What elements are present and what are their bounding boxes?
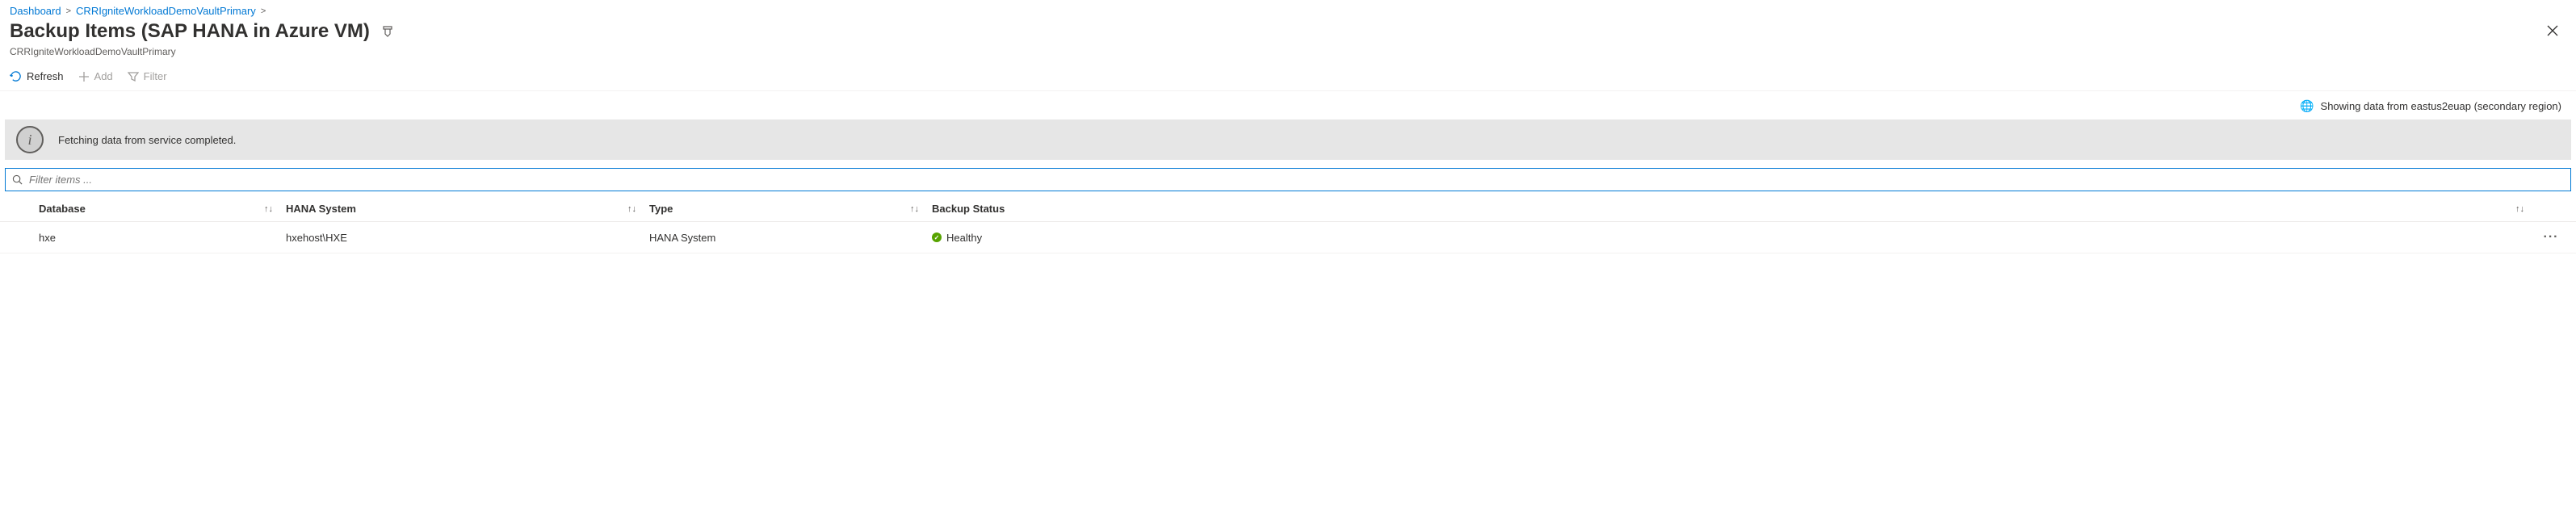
sort-icon: ↑↓ [264, 204, 273, 214]
table-row[interactable]: hxe hxehost\HXE HANA System ✓ Healthy ··… [0, 222, 2576, 253]
filter-button[interactable]: Filter [128, 70, 167, 82]
close-button[interactable] [2547, 25, 2560, 38]
page-title: Backup Items (SAP HANA in Azure VM) [10, 20, 370, 43]
filter-box[interactable] [5, 168, 2571, 191]
cell-backup-status: ✓ Healthy [925, 232, 2531, 244]
info-message: Fetching data from service completed. [58, 134, 236, 146]
filter-icon [128, 71, 139, 82]
refresh-button[interactable]: Refresh [10, 70, 64, 82]
column-label: Database [39, 203, 86, 215]
region-text: Showing data from eastus2euap (secondary… [2321, 100, 2561, 112]
add-button[interactable]: Add [78, 70, 113, 82]
cell-type: HANA System [643, 232, 925, 244]
info-icon: i [16, 126, 44, 153]
breadcrumb: Dashboard > CRRIgniteWorkloadDemoVaultPr… [0, 0, 2576, 20]
page-header: Backup Items (SAP HANA in Azure VM) [0, 20, 2576, 46]
table-header-row: Database ↑↓ HANA System ↑↓ Type ↑↓ Backu… [0, 196, 2576, 222]
column-label: Type [649, 203, 673, 215]
filter-container [5, 168, 2571, 191]
sort-icon: ↑↓ [910, 204, 919, 214]
sort-icon: ↑↓ [2515, 204, 2524, 214]
pin-icon[interactable] [381, 25, 394, 38]
backup-items-table: Database ↑↓ HANA System ↑↓ Type ↑↓ Backu… [0, 196, 2576, 253]
sort-icon: ↑↓ [627, 204, 636, 214]
column-header-backup-status[interactable]: Backup Status ↑↓ [925, 203, 2531, 215]
filter-label: Filter [144, 70, 167, 82]
toolbar: Refresh Add Filter [0, 65, 2576, 91]
status-healthy-icon: ✓ [932, 232, 942, 242]
breadcrumb-link-dashboard[interactable]: Dashboard [10, 5, 61, 17]
globe-icon: 🌐 [2300, 99, 2314, 113]
refresh-label: Refresh [27, 70, 64, 82]
search-icon [12, 174, 23, 185]
info-banner: i Fetching data from service completed. [5, 119, 2571, 160]
region-indicator: 🌐 Showing data from eastus2euap (seconda… [0, 91, 2576, 119]
add-label: Add [94, 70, 113, 82]
cell-database: hxe [5, 232, 279, 244]
chevron-right-icon: > [66, 6, 71, 16]
page-subtitle: CRRIgniteWorkloadDemoVaultPrimary [0, 46, 2576, 65]
breadcrumb-link-vault[interactable]: CRRIgniteWorkloadDemoVaultPrimary [76, 5, 256, 17]
status-text: Healthy [946, 232, 982, 244]
cell-hana-system: hxehost\HXE [279, 232, 643, 244]
column-label: Backup Status [932, 203, 1005, 215]
chevron-right-icon: > [261, 6, 266, 16]
column-label: HANA System [286, 203, 356, 215]
column-header-type[interactable]: Type ↑↓ [643, 203, 925, 215]
filter-input[interactable] [26, 172, 2564, 187]
column-header-hana-system[interactable]: HANA System ↑↓ [279, 203, 643, 215]
plus-icon [78, 71, 90, 82]
row-actions-button[interactable]: ··· [2544, 230, 2559, 245]
refresh-icon [10, 70, 22, 82]
column-header-database[interactable]: Database ↑↓ [5, 203, 279, 215]
